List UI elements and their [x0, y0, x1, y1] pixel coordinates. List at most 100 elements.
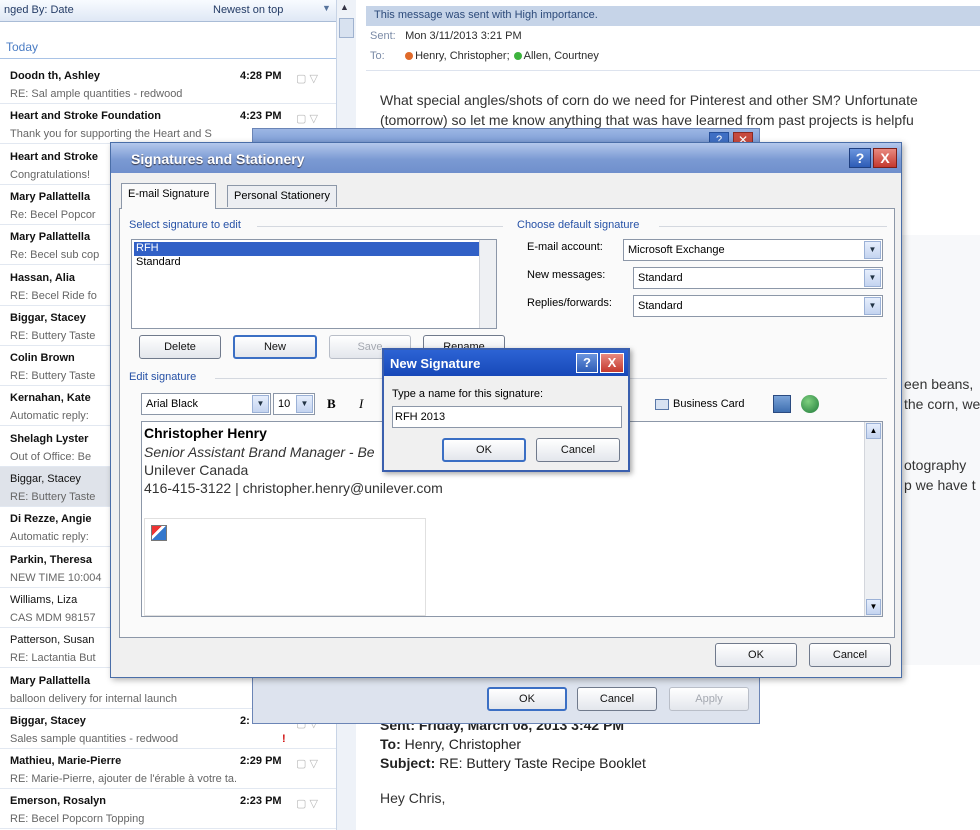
flag-icon[interactable]: ▢ ▽ [296, 797, 330, 811]
help-icon[interactable]: ? [849, 148, 871, 168]
greeting: Hey Chris, [380, 790, 446, 806]
business-card-button[interactable]: Business Card [651, 395, 757, 415]
message-body-fragment: the corn, we [904, 396, 980, 412]
arranged-by-label[interactable]: nged By: Date [4, 4, 74, 16]
signatures-cancel-button[interactable]: Cancel [809, 643, 891, 667]
recipient-separator: ; [506, 50, 510, 62]
header-divider [366, 70, 980, 71]
importance-banner: This message was sent with High importan… [366, 6, 980, 26]
quoted-to-label: To: [380, 736, 401, 752]
sent-label: Sent: [370, 30, 396, 42]
chevron-down-icon[interactable]: ▼ [864, 269, 881, 287]
signature-item[interactable]: RFH [134, 242, 480, 256]
replies-forwards-select[interactable]: Standard ▼ [633, 295, 883, 317]
scroll-down-icon[interactable]: ▼ [866, 599, 881, 615]
email-account-value: Microsoft Exchange [628, 244, 725, 256]
mail-list-item[interactable]: Emerson, Rosalyn RE: Becel Popcorn Toppin… [0, 789, 336, 830]
chevron-down-icon[interactable]: ▼ [864, 297, 881, 315]
signatures-dialog-title: Signatures and Stationery [111, 143, 901, 173]
insert-picture-icon[interactable] [773, 395, 791, 413]
mail-subject: Thank you for supporting the Heart and S [10, 128, 212, 141]
scroll-up-icon[interactable]: ▲ [866, 423, 881, 439]
close-icon[interactable]: X [600, 353, 624, 373]
broken-image-icon [151, 525, 167, 541]
message-body-fragment: een beans, [904, 376, 974, 392]
mail-subject: RE: Becel Popcorn Topping [10, 813, 145, 826]
sent-line: Sent: Mon 3/11/2013 3:21 PM [370, 30, 522, 42]
recipient-name[interactable]: Henry, Christopher [415, 50, 507, 62]
new-signature-cancel-button[interactable]: Cancel [536, 438, 620, 462]
list-sort-header[interactable]: nged By: Date Newest on top ▼ [0, 0, 336, 22]
insert-hyperlink-icon[interactable] [801, 395, 819, 413]
mail-sender: Doodn th, Ashley [10, 70, 101, 82]
signature-image-frame[interactable] [144, 518, 426, 616]
mail-time: 4:23 PM [240, 110, 282, 123]
new-signature-button[interactable]: New [233, 335, 317, 359]
options-apply-button[interactable]: Apply [669, 687, 749, 711]
tab-personal-stationery[interactable]: Personal Stationery [227, 185, 337, 207]
chevron-down-icon[interactable]: ▼ [864, 241, 881, 259]
business-card-icon [655, 399, 669, 410]
delete-signature-button[interactable]: Delete [139, 335, 221, 359]
email-account-label: E-mail account: [527, 241, 603, 253]
signature-name-text: Christopher Henry [144, 425, 267, 441]
mail-time: 2:29 PM [240, 755, 282, 768]
new-signature-ok-button[interactable]: OK [442, 438, 526, 462]
flag-icon[interactable]: ▢ ▽ [296, 112, 330, 126]
flag-icon[interactable]: ▢ ▽ [296, 72, 330, 86]
recipient-list[interactable]: Henry, Christopher; Allen, Courtney [405, 50, 605, 62]
close-icon[interactable]: X [873, 148, 897, 168]
quoted-to: Henry, Christopher [404, 736, 522, 752]
chevron-down-icon[interactable]: ▼ [322, 3, 331, 13]
message-body-fragment: otography [904, 457, 967, 473]
signature-name-prompt: Type a name for this signature: [392, 388, 544, 400]
help-icon[interactable]: ? [576, 353, 598, 373]
bold-button[interactable]: B [327, 396, 336, 412]
options-ok-button[interactable]: OK [487, 687, 567, 711]
select-signature-label: Select signature to edit [129, 219, 241, 231]
mail-time: 4:28 PM [240, 70, 282, 82]
font-select[interactable]: Arial Black ▼ [141, 393, 271, 415]
email-account-select[interactable]: Microsoft Exchange ▼ [623, 239, 883, 261]
chevron-down-icon[interactable]: ▼ [296, 395, 313, 413]
signature-item[interactable]: Standard [134, 256, 480, 270]
mail-time: 2:23 PM [240, 795, 282, 808]
signature-list-scrollbar[interactable] [479, 240, 496, 328]
to-line: To: Henry, Christopher; Allen, Courtney [370, 50, 605, 62]
chevron-down-icon[interactable]: ▼ [252, 395, 269, 413]
message-body-fragment: p we have t [904, 477, 976, 493]
new-messages-select[interactable]: Standard ▼ [633, 267, 883, 289]
recipient-name[interactable]: Allen, Courtney [524, 50, 599, 62]
mail-subject: balloon delivery for internal launch [10, 692, 177, 705]
mail-sender: Biggar, Stacey [10, 714, 86, 727]
scroll-thumb[interactable] [339, 18, 354, 38]
sort-order-label[interactable]: Newest on top [213, 4, 283, 16]
scroll-up-icon[interactable]: ▲ [340, 2, 349, 12]
options-cancel-button[interactable]: Cancel [577, 687, 657, 711]
presence-icon [405, 52, 414, 61]
mail-sender: Heart and Stroke Foundation [10, 110, 161, 123]
quoted-header: Sent: Friday, March 08, 2013 3:42 PM To:… [380, 716, 646, 773]
font-size-value: 10 [278, 398, 291, 410]
signatures-ok-button[interactable]: OK [715, 643, 797, 667]
presence-icon [513, 52, 522, 61]
high-importance-icon: ! [282, 732, 286, 745]
mail-subject: RE: Marie-Pierre, ajouter de l'érable à … [10, 773, 236, 786]
replies-forwards-label: Replies/forwards: [527, 297, 612, 309]
tab-email-signature[interactable]: E-mail Signature [121, 183, 217, 209]
mail-subject: Sales sample quantities - redwood [10, 732, 179, 745]
editor-scrollbar[interactable]: ▲ ▼ [864, 422, 882, 616]
mail-list-item[interactable]: Mathieu, Marie-Pierre RE: Marie-Pierre, a… [0, 749, 336, 790]
font-size-select[interactable]: 10 ▼ [273, 393, 315, 415]
quoted-subject: RE: Buttery Taste Recipe Booklet [439, 755, 646, 771]
sent-value: Mon 3/11/2013 3:21 PM [405, 30, 522, 42]
edit-signature-label: Edit signature [129, 371, 197, 383]
mail-list-item[interactable]: Doodn th, Ashley RE: Sal ample quantities… [0, 64, 336, 104]
mail-sender: Emerson, Rosalyn [10, 795, 106, 808]
signature-name-input[interactable] [392, 406, 622, 428]
flag-icon[interactable]: ▢ ▽ [296, 757, 330, 771]
signature-list[interactable]: RFH Standard [131, 239, 497, 329]
new-messages-value: Standard [638, 272, 683, 284]
group-header-today[interactable]: Today [0, 40, 336, 59]
italic-button[interactable]: I [359, 396, 363, 412]
